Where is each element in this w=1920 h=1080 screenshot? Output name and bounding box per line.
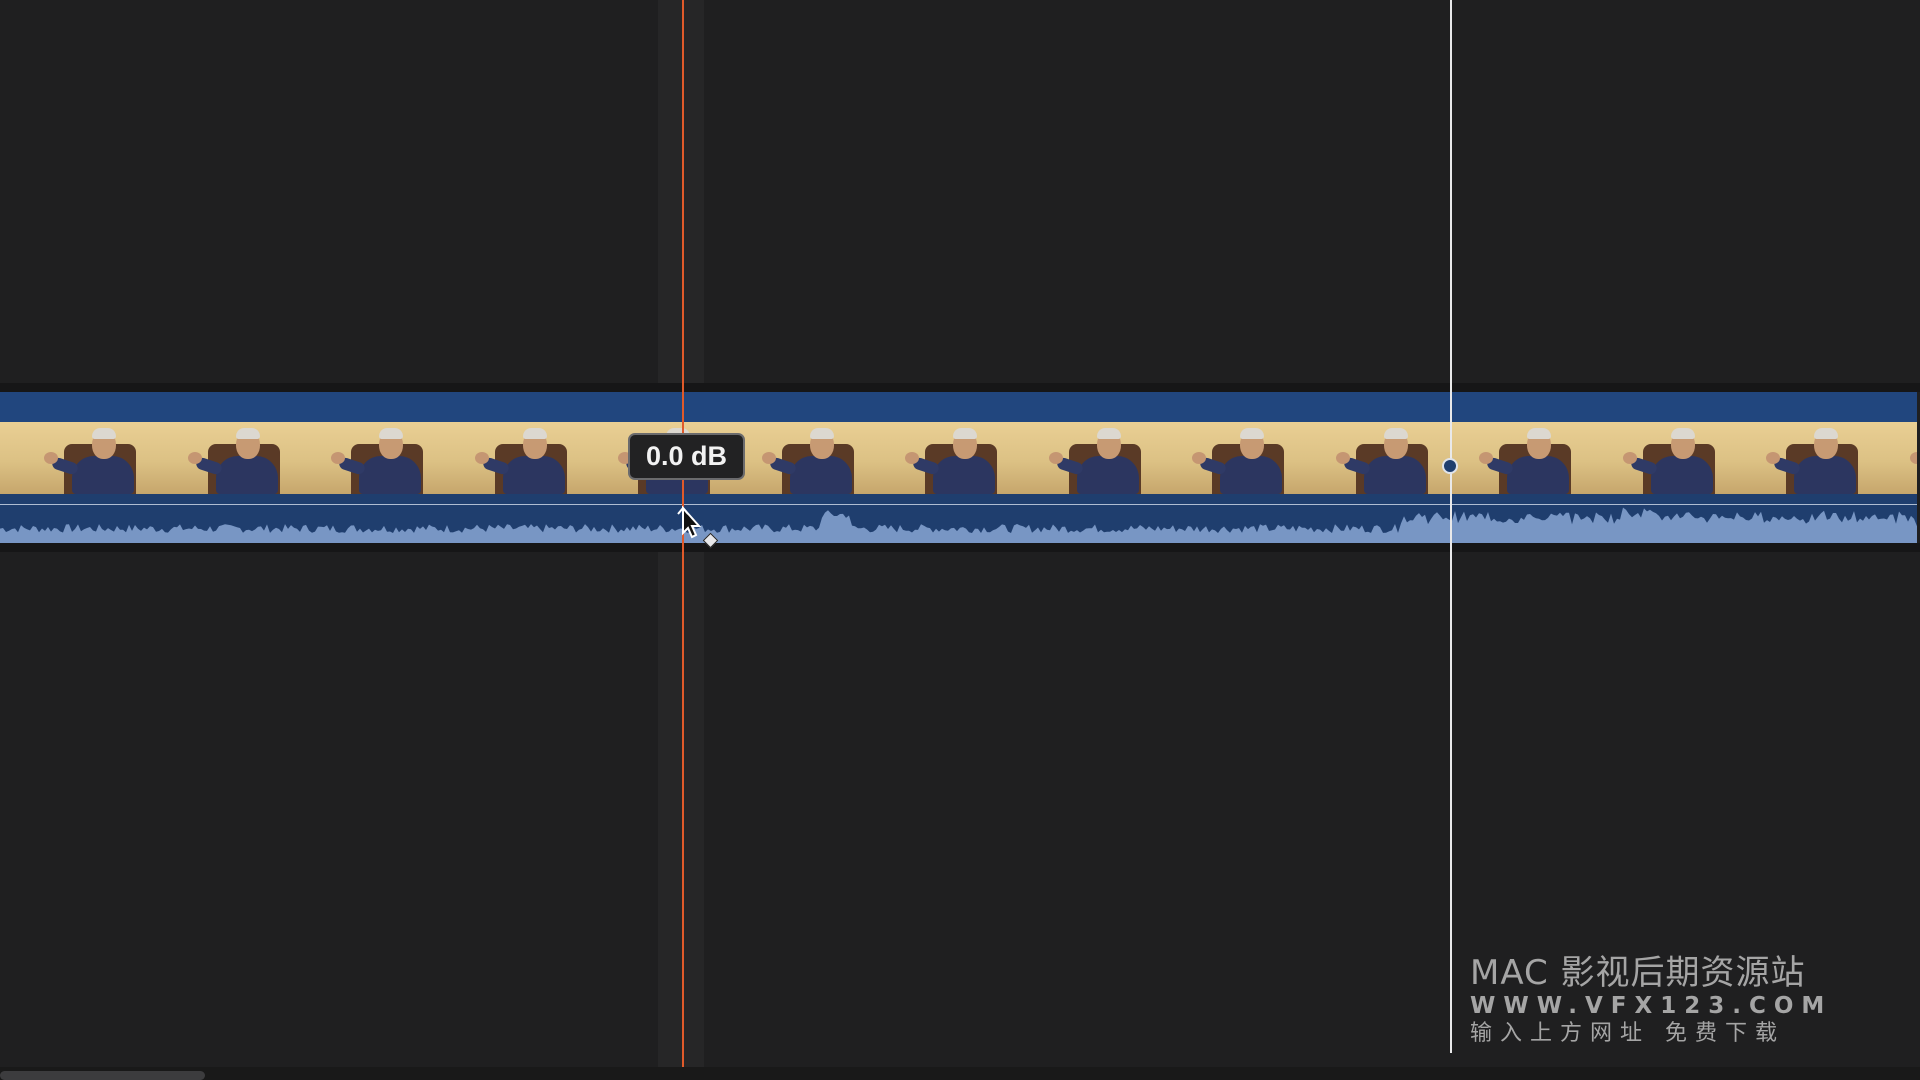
scrollbar-thumb[interactable]: [0, 1071, 205, 1080]
watermark: MAC 影视后期资源站 WWW.VFX123.COM 输入上方网址 免费下载: [1470, 954, 1825, 1049]
clip-header[interactable]: [0, 392, 1917, 422]
filmstrip-thumbnail: [1004, 422, 1148, 494]
volume-tooltip: 0.0 dB: [628, 433, 745, 480]
video-clip[interactable]: [0, 392, 1917, 543]
filmstrip-thumbnail: [1865, 422, 1917, 494]
watermark-title: MAC 影视后期资源站: [1470, 953, 1806, 993]
filmstrip-thumbnail: [1722, 422, 1866, 494]
filmstrip-thumbnail: [430, 422, 574, 494]
filmstrip-thumbnail: [0, 422, 144, 494]
arrow-cursor-icon: [677, 506, 702, 539]
clip-filmstrip[interactable]: [0, 422, 1917, 494]
watermark-url: WWW.VFX123.COM: [1470, 993, 1833, 1019]
volume-line[interactable]: [0, 504, 1917, 505]
skimmer-line: [1450, 0, 1452, 1053]
filmstrip-thumbnail: [861, 422, 1005, 494]
filmstrip-thumbnail: [1148, 422, 1292, 494]
watermark-subtitle: 输入上方网址 免费下载: [1470, 1021, 1785, 1046]
waveform-shape: [0, 507, 1917, 543]
filmstrip-thumbnail: [1291, 422, 1435, 494]
lane-divider-bottom: [0, 543, 1920, 552]
filmstrip-thumbnail: [287, 422, 431, 494]
keyframe-dot-icon[interactable]: [1442, 458, 1458, 474]
audio-waveform: [0, 507, 1917, 543]
lane-divider-top: [0, 383, 1920, 392]
timeline[interactable]: 0.0 dB MAC 影视后期资源站 WWW.VFX123.COM 输入上方网址…: [0, 0, 1920, 1080]
horizontal-scrollbar[interactable]: [0, 1067, 1920, 1080]
clip-audio-waveform[interactable]: [0, 494, 1917, 543]
filmstrip-thumbnail: [143, 422, 287, 494]
filmstrip-thumbnail: [1435, 422, 1579, 494]
filmstrip-thumbnail: [1578, 422, 1722, 494]
